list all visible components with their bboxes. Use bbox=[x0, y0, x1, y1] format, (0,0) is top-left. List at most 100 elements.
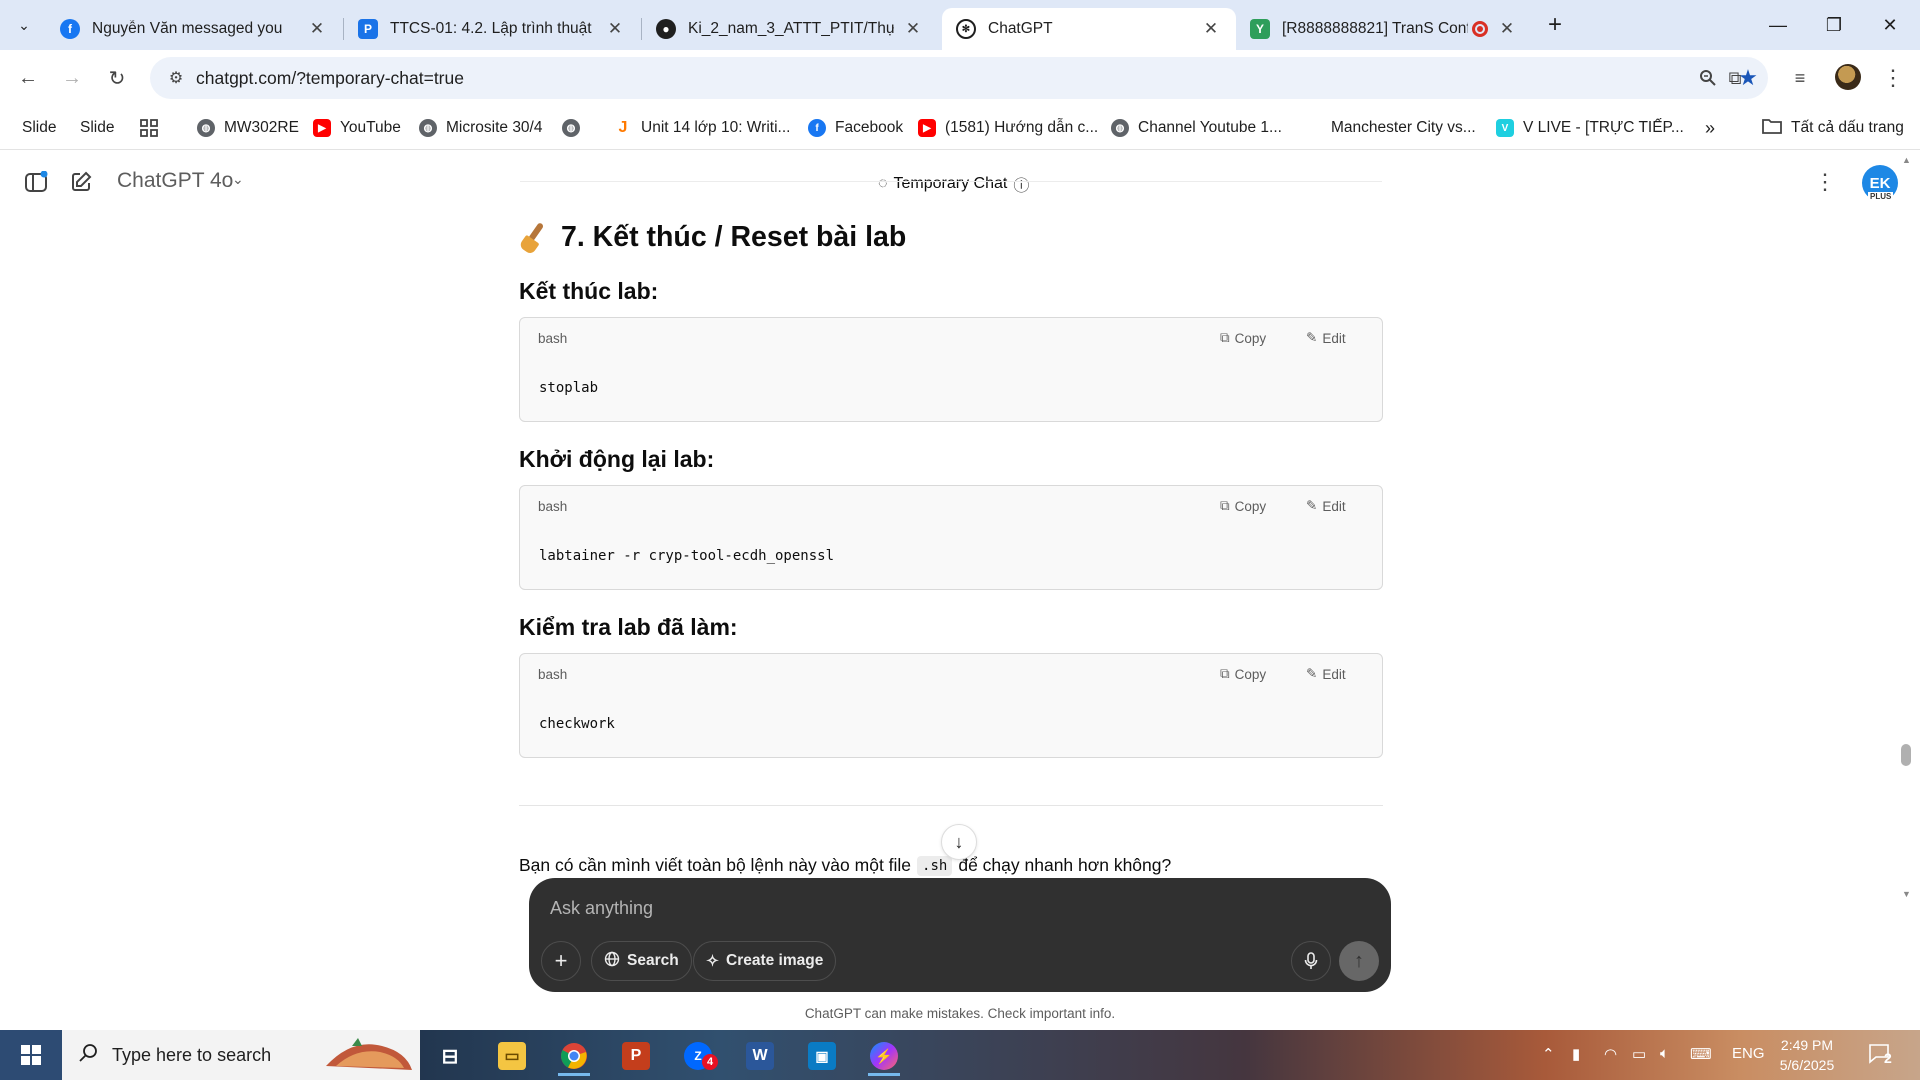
tab-ttcs[interactable]: P TTCS-01: 4.2. Lập trình thuật toán ✕ bbox=[344, 8, 640, 50]
bookmark-manchester-city[interactable]: Manchester City vs... bbox=[1304, 114, 1476, 142]
media-control-icon[interactable]: ≡ bbox=[1785, 63, 1815, 93]
task-view-button[interactable]: ⊟ bbox=[428, 1036, 472, 1076]
address-bar[interactable]: ⚙ chatgpt.com/?temporary-chat=true ★ bbox=[150, 57, 1768, 99]
globe-icon: ◍ bbox=[562, 119, 580, 137]
copy-code-button[interactable]: ⧉ Copy bbox=[1220, 330, 1266, 346]
site-settings-icon[interactable]: ⚙ bbox=[156, 68, 196, 88]
scrollbar-thumb[interactable] bbox=[1901, 744, 1911, 766]
show-hidden-icons-chevron[interactable]: ⌃ bbox=[1542, 1045, 1555, 1063]
url-text[interactable]: chatgpt.com/?temporary-chat=true bbox=[196, 68, 1688, 89]
composer-input[interactable]: Ask anything bbox=[550, 898, 653, 919]
closing-text-start: Bạn có cần mình viết toàn bộ lệnh này và… bbox=[519, 855, 912, 875]
edit-code-button[interactable]: ✎ Edit bbox=[1306, 498, 1346, 514]
message-composer[interactable]: Ask anything + Search ✧ Create image ↑ bbox=[529, 878, 1391, 992]
battery-icon[interactable]: ▭ bbox=[1632, 1045, 1646, 1063]
zalo-app[interactable]: Z 4 bbox=[676, 1036, 720, 1076]
volume-icon[interactable]: 🔈︎ bbox=[1660, 1045, 1669, 1062]
microphone-tray-icon[interactable]: ▮ bbox=[1572, 1045, 1580, 1063]
close-tab-icon[interactable]: ✕ bbox=[604, 18, 626, 40]
file-explorer-app[interactable]: ▭ bbox=[490, 1036, 534, 1076]
close-tab-icon[interactable]: ✕ bbox=[1496, 18, 1518, 40]
bookmark-vlive[interactable]: V V LIVE - [TRỰC TIẾP... bbox=[1496, 114, 1684, 142]
copy-code-button[interactable]: ⧉ Copy bbox=[1220, 498, 1266, 514]
profile-avatar[interactable] bbox=[1835, 64, 1861, 90]
pencil-icon: ✎ bbox=[1306, 666, 1318, 681]
windows-logo-icon bbox=[21, 1045, 41, 1065]
create-image-button[interactable]: ✧ Create image bbox=[693, 941, 837, 981]
zalo-badge: 4 bbox=[702, 1054, 718, 1070]
bookmark-globe[interactable]: ◍ bbox=[562, 114, 589, 142]
reload-button[interactable]: ↻ bbox=[101, 62, 133, 94]
new-tab-button[interactable]: + bbox=[1540, 10, 1570, 40]
back-button[interactable]: ← bbox=[12, 62, 44, 94]
microphone-button[interactable] bbox=[1291, 941, 1331, 981]
restore-button[interactable]: ❐ bbox=[1806, 0, 1862, 50]
tab-search-chevron-icon[interactable]: ⌄ bbox=[8, 10, 40, 40]
system-clock[interactable]: 2:49 PM 5/6/2025 bbox=[1757, 1035, 1857, 1075]
temporary-chat-indicator: ◌ Temporary Chat ⓘ bbox=[878, 172, 1029, 196]
word-app[interactable]: W bbox=[738, 1036, 782, 1076]
bookmark-youtube[interactable]: ▶ YouTube bbox=[313, 114, 401, 142]
send-button[interactable]: ↑ bbox=[1339, 941, 1379, 981]
start-button[interactable] bbox=[0, 1030, 62, 1080]
globe-icon: ◍ bbox=[1111, 119, 1129, 137]
model-selector[interactable]: ChatGPT 4o bbox=[117, 169, 233, 193]
bookmark-label: MW302RE bbox=[224, 119, 299, 136]
vlive-icon: V bbox=[1496, 119, 1514, 137]
attach-plus-button[interactable]: + bbox=[541, 941, 581, 981]
copy-code-button[interactable]: ⧉ Copy bbox=[1220, 666, 1266, 682]
chatgpt-icon: ✻ bbox=[956, 19, 976, 39]
new-chat-icon[interactable] bbox=[64, 165, 98, 199]
chrome-app[interactable] bbox=[552, 1036, 596, 1076]
github-icon: ● bbox=[656, 19, 676, 39]
microphone-icon bbox=[1304, 952, 1318, 969]
taskbar-search-placeholder[interactable]: Type here to search bbox=[112, 1045, 271, 1066]
facebook-icon: f bbox=[60, 19, 80, 39]
facebook-icon: f bbox=[808, 119, 826, 137]
bookmark-slide-2[interactable]: Slide bbox=[80, 114, 114, 142]
code-block-stoplab: bash ⧉ Copy ✎ Edit stoplab bbox=[519, 317, 1383, 422]
sidebar-toggle-icon[interactable] bbox=[19, 165, 53, 199]
bookmark-unit14[interactable]: J Unit 14 lớp 10: Writi... bbox=[614, 114, 790, 142]
forward-button[interactable]: → bbox=[56, 62, 88, 94]
extensions-icon[interactable]: ⧉ bbox=[1720, 63, 1750, 93]
chevron-down-icon[interactable]: ⌄ bbox=[232, 171, 244, 188]
more-options-icon[interactable]: ⋮ bbox=[1808, 165, 1842, 199]
youtube-icon: ▶ bbox=[918, 119, 936, 137]
close-tab-icon[interactable]: ✕ bbox=[306, 18, 328, 40]
bookmark-slide-1[interactable]: Slide bbox=[22, 114, 56, 142]
messenger-app[interactable]: ⚡ bbox=[862, 1036, 906, 1076]
tab-facebook[interactable]: f Nguyễn Văn messaged you ✕ bbox=[46, 8, 342, 50]
bookmark-microsite[interactable]: ◍ Microsite 30/4 bbox=[419, 114, 542, 142]
powerpoint-app[interactable]: P bbox=[614, 1036, 658, 1076]
all-bookmarks-folder[interactable]: Tất cả dấu trang bbox=[1762, 114, 1904, 142]
tab-chatgpt[interactable]: ✻ ChatGPT ✕ bbox=[942, 8, 1236, 50]
bookmark-channel-youtube[interactable]: ◍ Channel Youtube 1... bbox=[1111, 114, 1282, 142]
minimize-button[interactable]: — bbox=[1750, 0, 1806, 50]
edit-code-button[interactable]: ✎ Edit bbox=[1306, 330, 1346, 346]
bookmark-facebook[interactable]: f Facebook bbox=[808, 114, 903, 142]
network-icon[interactable]: ◠ bbox=[1604, 1045, 1617, 1063]
remote-desktop-app[interactable]: ▣ bbox=[800, 1036, 844, 1076]
info-icon[interactable]: ⓘ bbox=[1013, 172, 1029, 196]
chrome-menu-icon[interactable]: ⋮ bbox=[1878, 63, 1908, 93]
code-language: bash bbox=[538, 499, 568, 514]
scroll-up-arrow-icon[interactable]: ▲ bbox=[1902, 155, 1911, 165]
search-button[interactable]: Search bbox=[591, 941, 692, 981]
close-tab-icon[interactable]: ✕ bbox=[1200, 18, 1222, 40]
bookmark-mw302re[interactable]: ◍ MW302RE bbox=[197, 114, 299, 142]
close-tab-icon[interactable]: ✕ bbox=[902, 18, 924, 40]
more-bookmarks-chevron-icon[interactable]: » bbox=[1705, 114, 1715, 142]
keyboard-icon[interactable]: ⌨ bbox=[1690, 1045, 1712, 1063]
apps-grid-icon[interactable] bbox=[139, 114, 159, 142]
tab-trans-conference[interactable]: Y [R8888888821] TranS Conference ✕ bbox=[1236, 8, 1532, 50]
trans-icon: Y bbox=[1250, 19, 1270, 39]
edit-code-button[interactable]: ✎ Edit bbox=[1306, 666, 1346, 682]
close-window-button[interactable]: ✕ bbox=[1862, 0, 1918, 50]
tab-github[interactable]: ● Ki_2_nam_3_ATTT_PTIT/Thực tập ✕ bbox=[642, 8, 938, 50]
scroll-down-arrow-icon[interactable]: ▼ bbox=[1902, 889, 1911, 899]
bookmark-youtube-video[interactable]: ▶ (1581) Hướng dẫn c... bbox=[918, 114, 1098, 142]
copy-label: Copy bbox=[1234, 666, 1267, 682]
scroll-to-bottom-button[interactable]: ↓ bbox=[941, 824, 977, 860]
notification-center-icon[interactable]: 2 bbox=[1868, 1042, 1898, 1068]
